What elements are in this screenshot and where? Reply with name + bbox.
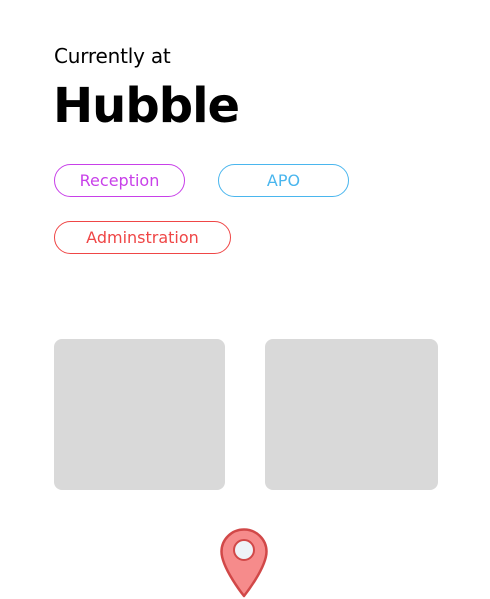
- tag-apo-label: APO: [266, 171, 301, 190]
- map-pin-icon[interactable]: [220, 528, 268, 598]
- tag-apo[interactable]: APO: [218, 164, 349, 197]
- map-pin-center: [233, 539, 255, 561]
- tag-adminstration[interactable]: Adminstration: [54, 221, 231, 254]
- tag-adminstration-label: Adminstration: [86, 228, 199, 247]
- image-card-1[interactable]: [54, 339, 225, 490]
- tag-reception-label: Reception: [79, 171, 160, 190]
- tag-reception[interactable]: Reception: [54, 164, 185, 197]
- image-card-2[interactable]: [265, 339, 438, 490]
- currently-at-label: Currently at: [54, 44, 171, 68]
- location-title: Hubble: [53, 78, 240, 134]
